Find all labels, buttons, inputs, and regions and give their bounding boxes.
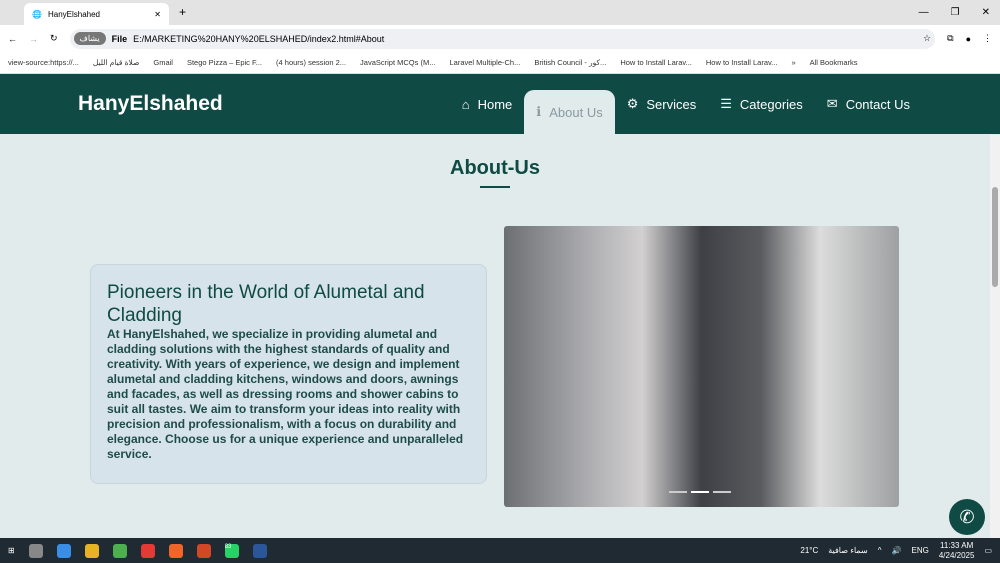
bookmark[interactable]: صلاة قيام الليل [93,58,140,67]
start-icon[interactable]: ⊞ [8,546,15,555]
url-bar[interactable]: يشاف File E:/MARKETING%20HANY%20ELSHAHED/i… [69,28,936,49]
gears-icon: ⚙ [626,96,639,111]
card-text: At HanyElshahed, we specialize in provid… [107,327,464,461]
envelope-icon: ✉ [826,96,838,111]
bookmarks-bar: view-source:https://... صلاة قيام الليل … [0,52,1000,74]
word-icon[interactable] [252,543,267,558]
forward-icon[interactable]: → [29,34,38,44]
new-tab-button[interactable]: + [169,5,196,25]
restore-button[interactable]: ❐ [951,7,960,18]
bookmark[interactable]: Gmail [153,58,173,67]
whatsapp-button[interactable]: ✆ [949,499,985,535]
scrollbar[interactable] [990,135,1000,538]
close-window-button[interactable]: ✕ [982,7,990,18]
extension-icon[interactable]: ⧉ [947,33,953,44]
whatsapp-taskbar-icon[interactable]: 83 [224,543,239,558]
section-title: About-Us [450,157,540,179]
nav-label: Home [477,96,513,112]
language[interactable]: ENG [912,546,929,555]
url-text[interactable]: E:/MARKETING%20HANY%20ELSHAHED/index2.ht… [133,34,384,44]
url-scheme: File [111,33,128,44]
carousel-dot[interactable] [669,491,687,493]
menu-icon[interactable]: ⋮ [983,33,992,44]
bookmark[interactable]: British Council - كور... [534,58,606,67]
info-icon: ℹ [536,104,542,119]
bookmark[interactable]: Stego Pizza – Epic F... [187,58,262,67]
bookmark[interactable]: view-source:https://... [8,58,79,67]
nav-label: Categories [739,96,803,112]
minimize-button[interactable]: — [919,7,929,18]
reload-icon[interactable]: ↻ [50,33,58,44]
nav-about[interactable]: ℹ About Us [524,90,615,134]
nav-contact[interactable]: ✉ Contact Us [815,82,922,126]
close-icon[interactable]: ✕ [154,10,161,19]
volume-icon[interactable]: 🔊 [892,546,902,555]
nav-categories[interactable]: ☰ Categories [708,82,815,126]
profile-icon[interactable]: ● [966,34,971,44]
app-icon[interactable] [168,543,183,558]
back-icon[interactable]: ← [8,34,17,44]
nav-label: About Us [549,104,603,120]
nav-label: Services [646,96,697,112]
chrome-icon[interactable] [112,543,127,558]
carousel-dot[interactable] [691,491,709,493]
edge-icon[interactable] [56,543,71,558]
list-icon: ☰ [720,96,732,111]
home-icon: ⌂ [461,96,470,112]
tray-chevron-icon[interactable]: ^ [878,546,882,555]
logo[interactable]: HanyElshahed [78,92,223,116]
bookmark[interactable]: JavaScript MCQs (M... [360,58,435,67]
all-bookmarks[interactable]: All Bookmarks [810,58,858,67]
bookmark[interactable]: How to Install Larav... [706,58,778,67]
taskbar: ⊞ 83 21°C سماء صافية ^ 🔊 ENG 11:33 AM 4/2… [0,538,1000,563]
about-card: Pioneers in the World of Alumetal and Cl… [90,264,487,484]
carousel-dot[interactable] [713,491,731,493]
nav-home[interactable]: ⌂ Home [450,82,525,126]
tab-bar: 🌐 HanyElshahed ✕ + — ❐ ✕ [0,0,1000,25]
weather-temp[interactable]: 21°C [800,546,818,555]
explorer-icon[interactable] [84,543,99,558]
weather-text[interactable]: سماء صافية [828,546,868,555]
powerpoint-icon[interactable] [196,543,211,558]
title-underline [480,186,510,188]
card-title: Pioneers in the World of Alumetal and Cl… [107,282,425,326]
site-navbar: HanyElshahed ⌂ Home ℹ About Us ⚙ Services ☰… [0,74,1000,134]
bookmark[interactable]: How to Install Larav... [620,58,692,67]
notifications-icon[interactable]: ▭ [984,546,992,555]
clock[interactable]: 11:33 AM 4/24/2025 [939,541,975,561]
nav-services[interactable]: ⚙ Services [615,82,709,126]
browser-tab[interactable]: 🌐 HanyElshahed ✕ [24,3,169,25]
badge: 83 [224,543,232,550]
task-view-icon[interactable] [28,543,43,558]
youtube-icon[interactable] [140,543,155,558]
address-bar-row: ← → ↻ يشاف File E:/MARKETING%20HANY%20ELSHAH… [0,25,1000,52]
globe-icon: 🌐 [32,9,42,19]
bookmark[interactable]: Laravel Multiple-Ch... [449,58,520,67]
star-icon[interactable]: ☆ [923,33,931,44]
tab-title: HanyElshahed [47,9,101,19]
profile-pill[interactable]: يشاف [73,32,106,45]
more-bookmarks-icon[interactable]: » [791,58,795,67]
nav-label: Contact Us [845,96,910,112]
carousel-image[interactable] [504,226,899,507]
bookmark[interactable]: (4 hours) session 2... [276,58,346,67]
